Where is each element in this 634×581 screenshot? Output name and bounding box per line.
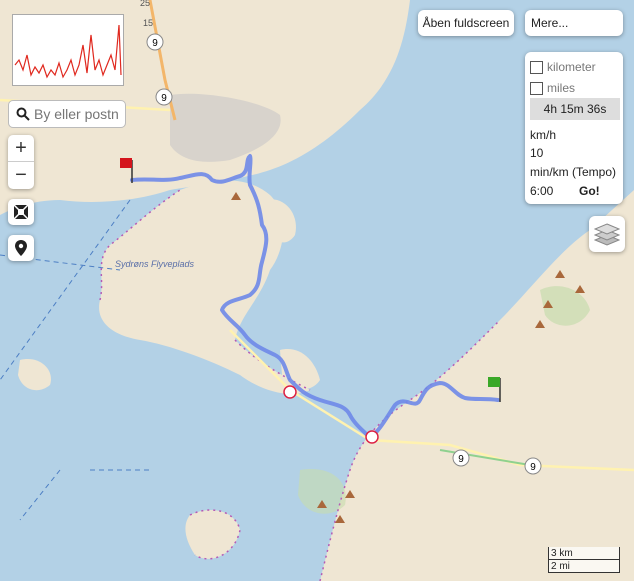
search-field[interactable] <box>8 100 126 128</box>
layers-icon <box>594 223 620 246</box>
miles-checkbox[interactable] <box>530 81 543 95</box>
miles-label: miles <box>547 81 576 95</box>
speed-panel: kilometer miles 4h 15m 36s km/h 10 min/k… <box>525 52 623 204</box>
pace-label: min/km (Tempo) <box>530 165 617 179</box>
elevation-line <box>14 24 122 79</box>
road-shield-4: 9 <box>524 457 542 475</box>
go-button[interactable]: Go! <box>579 184 600 198</box>
pace-input[interactable]: 6:00 <box>530 184 553 198</box>
fit-bounds-icon <box>14 205 28 219</box>
road-number-25: 25 <box>140 0 150 8</box>
km-checkbox[interactable] <box>530 60 543 74</box>
road-shield-2: 9 <box>155 88 173 106</box>
zoom-control: + − <box>8 135 34 189</box>
scale-km: 3 km <box>548 547 620 560</box>
unit-miles-option[interactable]: miles <box>530 81 575 95</box>
search-input[interactable] <box>34 106 122 122</box>
search-icon <box>12 103 34 125</box>
airport-label: Sydrøns Flyveplads <box>115 259 195 269</box>
scale-mi: 2 mi <box>548 560 620 573</box>
kmh-label: km/h <box>530 128 557 142</box>
svg-text:9: 9 <box>530 462 536 473</box>
road-number-15: 15 <box>143 18 153 28</box>
road-shield-1: 9 <box>146 33 164 51</box>
unit-km-option[interactable]: kilometer <box>530 60 596 74</box>
elevation-chart-thumbnail[interactable] <box>12 14 124 86</box>
more-button[interactable]: Mere... <box>525 10 623 36</box>
zoom-out-button[interactable]: − <box>8 162 34 189</box>
road-shield-3: 9 <box>452 449 470 467</box>
roundabout-2 <box>365 430 379 444</box>
km-label: kilometer <box>547 60 596 74</box>
svg-text:9: 9 <box>152 38 158 49</box>
location-pin-icon <box>15 240 27 256</box>
fit-bounds-button[interactable] <box>8 199 34 225</box>
svg-text:9: 9 <box>161 93 167 104</box>
svg-text:9: 9 <box>458 454 464 465</box>
roundabout-1 <box>283 385 297 399</box>
fullscreen-button[interactable]: Åben fuldscreen <box>418 10 514 36</box>
zoom-in-button[interactable]: + <box>8 135 34 162</box>
duration-display: 4h 15m 36s <box>530 98 620 120</box>
scale-bar: 3 km 2 mi <box>548 547 620 573</box>
locate-button[interactable] <box>8 235 34 261</box>
layers-button[interactable] <box>589 216 625 252</box>
kmh-input[interactable]: 10 <box>530 146 543 160</box>
